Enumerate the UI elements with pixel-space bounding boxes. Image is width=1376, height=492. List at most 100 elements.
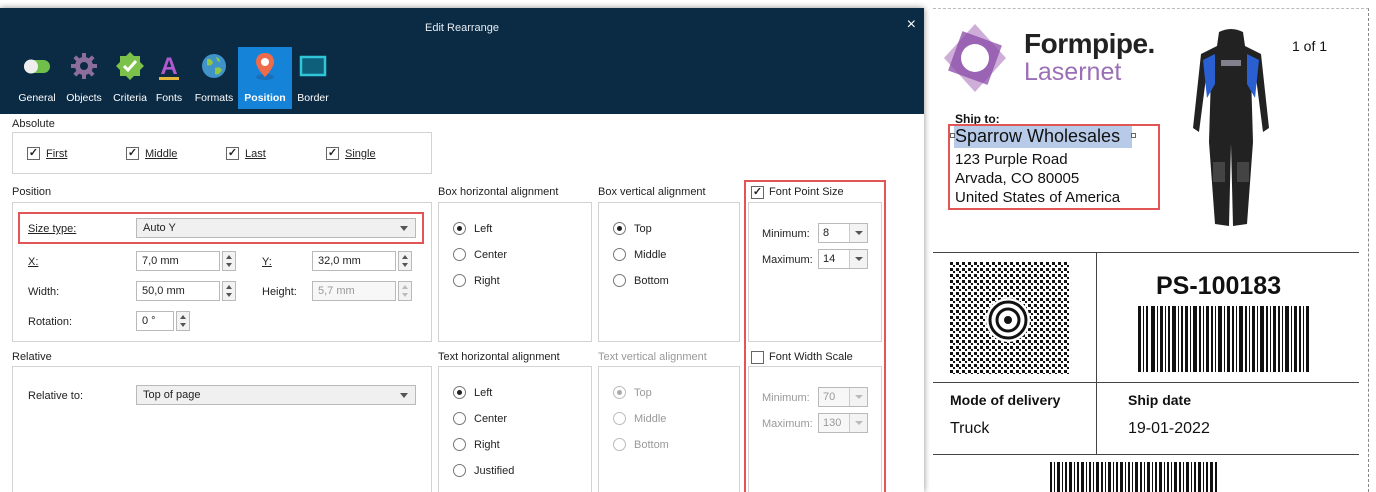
text-h-right-radio[interactable] <box>453 438 466 451</box>
box-v-top-radio[interactable] <box>613 222 626 235</box>
text-v-bottom-radio <box>613 438 626 451</box>
position-heading: Position <box>12 186 52 198</box>
box-v-bottom-label: Bottom <box>634 275 669 287</box>
width-input[interactable]: 50,0 mm <box>136 281 220 301</box>
relative-heading: Relative <box>12 351 52 363</box>
text-v-top-radio <box>613 386 626 399</box>
formpipe-logo-icon <box>944 24 1006 92</box>
tab-criteria-label: Criteria <box>113 92 147 104</box>
box-h-center-radio[interactable] <box>453 248 466 261</box>
package-id: PS-100183 <box>1156 272 1282 300</box>
box-h-left-label: Left <box>474 223 493 235</box>
edit-rearrange-dialog: Edit Rearrange × General Objects Criteri… <box>0 8 924 492</box>
tab-fonts[interactable]: A Fonts <box>152 47 186 109</box>
chevron-down-icon <box>400 393 408 398</box>
text-v-middle-label: Middle <box>634 413 667 425</box>
size-type-highlight <box>18 212 424 244</box>
box-h-align-heading: Box horizontal alignment <box>438 186 559 198</box>
gear-icon <box>71 53 97 79</box>
box-v-middle-radio[interactable] <box>613 248 626 261</box>
width-label: Width: <box>28 286 60 298</box>
height-spinner <box>398 281 412 301</box>
rotation-input[interactable]: 0 ° <box>136 311 174 331</box>
tab-position[interactable]: Position <box>238 47 292 109</box>
relative-to-value: Top of page <box>143 389 201 401</box>
box-h-left-radio[interactable] <box>453 222 466 235</box>
text-h-left-radio[interactable] <box>453 386 466 399</box>
box-h-center-label: Center <box>474 249 508 261</box>
dialog-title: Edit Rearrange <box>425 22 499 34</box>
text-h-justified-label: Justified <box>474 465 515 477</box>
maxicode-icon <box>950 262 1070 374</box>
absolute-heading: Absolute <box>12 118 55 130</box>
y-label: Y: <box>262 256 272 268</box>
middle-checkbox[interactable]: ✓ <box>126 147 139 160</box>
font-size-highlight <box>744 180 886 492</box>
tab-general[interactable]: General <box>14 47 60 109</box>
divider <box>933 382 1359 383</box>
text-v-align-heading: Text vertical alignment <box>598 351 707 363</box>
map-pin-icon <box>256 53 274 80</box>
text-h-justified-radio[interactable] <box>453 464 466 477</box>
rotation-label: Rotation: <box>28 316 73 328</box>
svg-text:A: A <box>160 53 177 80</box>
tab-formats-label: Formats <box>194 92 234 104</box>
globe-icon <box>202 54 226 78</box>
address-highlight <box>948 124 1160 210</box>
box-v-middle-label: Middle <box>634 249 667 261</box>
last-label: Last <box>245 148 266 160</box>
tab-general-label: General <box>18 92 56 104</box>
text-h-center-label: Center <box>474 413 508 425</box>
text-v-align-group <box>598 366 740 492</box>
divider <box>1096 382 1097 454</box>
x-label: X: <box>28 256 39 268</box>
tab-border[interactable]: Border <box>292 47 334 109</box>
tab-position-label: Position <box>244 92 286 104</box>
rotation-spinner[interactable] <box>176 311 190 331</box>
tab-border-label: Border <box>297 92 329 104</box>
toggle-icon <box>24 59 50 74</box>
tab-criteria[interactable]: Criteria <box>108 47 152 109</box>
first-checkbox[interactable]: ✓ <box>27 147 40 160</box>
tab-fonts-label: Fonts <box>155 92 183 104</box>
date-value: 19-01-2022 <box>1128 420 1210 437</box>
text-h-align-heading: Text horizontal alignment <box>438 351 560 363</box>
brand-name: Formpipe. <box>1024 28 1155 59</box>
last-checkbox[interactable]: ✓ <box>226 147 239 160</box>
tab-objects-label: Objects <box>66 92 102 104</box>
divider <box>933 252 1359 253</box>
box-h-right-radio[interactable] <box>453 274 466 287</box>
tab-objects[interactable]: Objects <box>60 47 108 109</box>
width-spinner[interactable] <box>222 281 236 301</box>
box-v-bottom-radio[interactable] <box>613 274 626 287</box>
y-input[interactable]: 32,0 mm <box>312 251 396 271</box>
page-counter: 1 of 1 <box>1292 38 1328 54</box>
tab-formats[interactable]: Formats <box>190 47 238 109</box>
divider <box>933 454 1359 455</box>
x-input[interactable]: 7,0 mm <box>136 251 220 271</box>
middle-label: Middle <box>145 148 178 160</box>
text-v-middle-radio <box>613 412 626 425</box>
relative-to-select[interactable]: Top of page <box>136 385 416 405</box>
barcode-icon <box>1050 462 1217 492</box>
mode-heading: Mode of delivery <box>950 392 1061 408</box>
single-label: Single <box>345 148 376 160</box>
text-h-right-label: Right <box>474 439 500 451</box>
badge-check-icon <box>116 52 144 80</box>
box-v-align-heading: Box vertical alignment <box>598 186 706 198</box>
font-a-icon: A <box>159 53 179 80</box>
text-v-bottom-label: Bottom <box>634 439 669 451</box>
x-spinner[interactable] <box>222 251 236 271</box>
text-v-top-label: Top <box>634 387 652 399</box>
text-h-left-label: Left <box>474 387 493 399</box>
barcode-icon <box>1138 306 1309 372</box>
label-preview: Formpipe. Lasernet 1 of 1 Ship to: Sparr… <box>930 0 1376 492</box>
close-icon[interactable]: × <box>907 17 916 33</box>
relative-to-label: Relative to: <box>28 390 84 402</box>
dialog-header: Edit Rearrange × General Objects Criteri… <box>0 8 924 114</box>
text-h-center-radio[interactable] <box>453 412 466 425</box>
height-input: 5,7 mm <box>312 281 396 301</box>
box-h-right-label: Right <box>474 275 500 287</box>
y-spinner[interactable] <box>398 251 412 271</box>
single-checkbox[interactable]: ✓ <box>326 147 339 160</box>
